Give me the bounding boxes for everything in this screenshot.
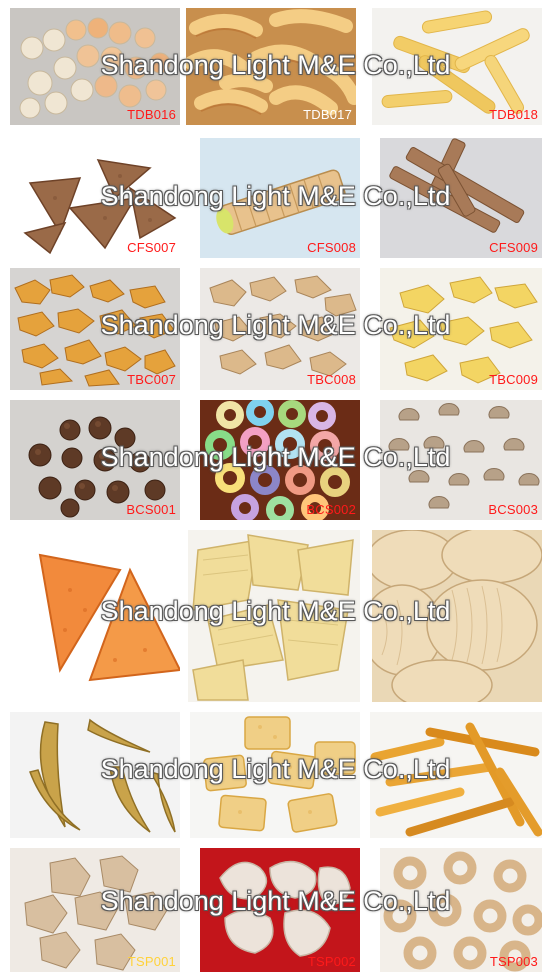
company-watermark: Shandong Light M&E Co.,Ltd bbox=[100, 886, 451, 916]
product-code: CFS009 bbox=[489, 240, 538, 255]
product-code: TSP003 bbox=[489, 954, 538, 969]
product-code: TBC007 bbox=[127, 372, 176, 387]
product-code: BCS003 bbox=[488, 502, 538, 517]
product-code: TSP002 bbox=[307, 954, 356, 969]
company-watermark: Shandong Light M&E Co.,Ltd bbox=[100, 181, 451, 211]
product-code: BCS002 bbox=[306, 502, 356, 517]
company-watermark: Shandong Light M&E Co.,Ltd bbox=[100, 442, 451, 472]
company-watermark: Shandong Light M&E Co.,Ltd bbox=[100, 754, 451, 784]
product-code: TBC008 bbox=[307, 372, 356, 387]
product-code: TDB018 bbox=[489, 107, 538, 122]
product-code: CFS008 bbox=[307, 240, 356, 255]
product-code: BCS001 bbox=[126, 502, 176, 517]
company-watermark: Shandong Light M&E Co.,Ltd bbox=[100, 50, 451, 80]
product-code: TBC009 bbox=[489, 372, 538, 387]
product-code: TSP001 bbox=[127, 954, 176, 969]
product-code: TDB016 bbox=[127, 107, 176, 122]
product-code: TDB017 bbox=[303, 107, 352, 122]
company-watermark: Shandong Light M&E Co.,Ltd bbox=[100, 596, 451, 626]
company-watermark: Shandong Light M&E Co.,Ltd bbox=[100, 310, 451, 340]
product-code: CFS007 bbox=[127, 240, 176, 255]
